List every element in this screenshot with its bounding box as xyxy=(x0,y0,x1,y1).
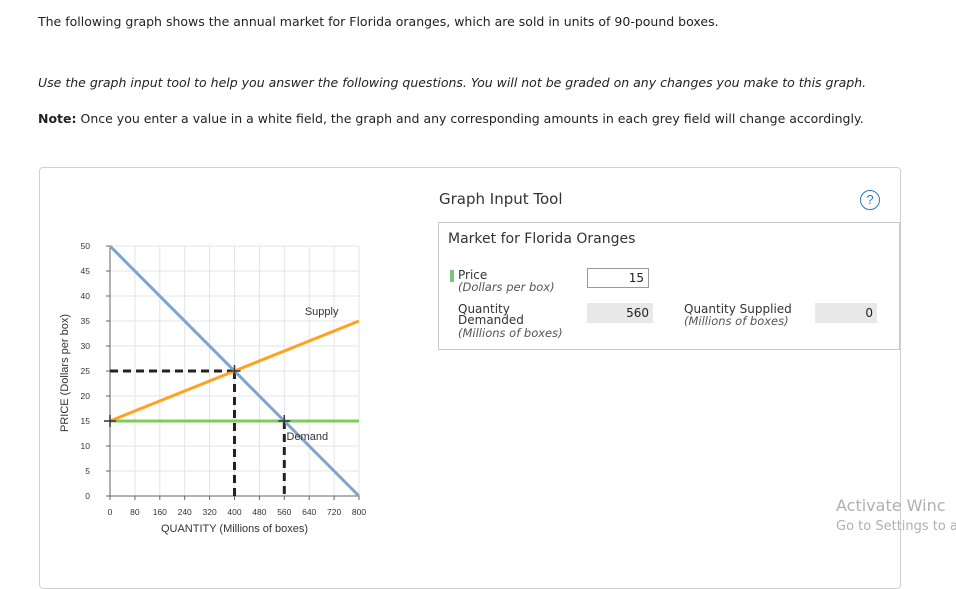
y-tick-label: 25 xyxy=(81,366,91,376)
y-tick-label: 50 xyxy=(81,241,91,251)
x-axis-title: QUANTITY (Millions of boxes) xyxy=(161,523,308,535)
y-tick-label: 0 xyxy=(85,491,90,501)
y-tick-label: 45 xyxy=(81,266,91,276)
x-tick-label: 160 xyxy=(153,507,167,517)
x-tick-label: 0 xyxy=(108,507,113,517)
activate-windows-subtext: Go to Settings to a xyxy=(836,519,956,534)
quantity-supplied-unit: (Millions of boxes) xyxy=(684,314,789,328)
demand-label: Demand xyxy=(287,431,329,443)
price-input[interactable]: 15 xyxy=(587,268,649,288)
price-unit: (Dollars per box) xyxy=(458,280,555,294)
x-tick-label: 720 xyxy=(327,507,341,517)
help-icon[interactable]: ? xyxy=(860,190,880,210)
quantity-demanded-value: 560 xyxy=(587,303,653,323)
y-tick-label: 35 xyxy=(81,316,91,326)
y-tick-label: 40 xyxy=(81,291,91,301)
x-tick-label: 640 xyxy=(302,507,316,517)
y-tick-label: 10 xyxy=(81,441,91,451)
x-tick-label: 80 xyxy=(130,507,140,517)
x-tick-label: 400 xyxy=(227,507,241,517)
y-tick-label: 15 xyxy=(81,416,91,426)
y-tick-label: 20 xyxy=(81,391,91,401)
x-tick-label: 480 xyxy=(252,507,266,517)
quantity-demanded-unit: (Millions of boxes) xyxy=(458,326,563,340)
x-tick-label: 240 xyxy=(178,507,192,517)
price-swatch-icon xyxy=(450,270,454,282)
supply-label: Supply xyxy=(305,306,339,318)
x-tick-label: 800 xyxy=(352,507,366,517)
quantity-demanded-label-2: Demanded xyxy=(458,313,524,327)
y-axis-title: PRICE (Dollars per box) xyxy=(59,314,71,432)
activate-windows-watermark: Activate Winc xyxy=(836,496,946,515)
x-tick-label: 560 xyxy=(277,507,291,517)
quantity-supplied-value: 0 xyxy=(815,303,877,323)
graph-input-tool-title: Graph Input Tool xyxy=(439,190,563,208)
y-tick-label: 5 xyxy=(85,466,90,476)
x-tick-label: 320 xyxy=(203,507,217,517)
market-title: Market for Florida Oranges xyxy=(448,231,636,247)
y-tick-label: 30 xyxy=(81,341,91,351)
